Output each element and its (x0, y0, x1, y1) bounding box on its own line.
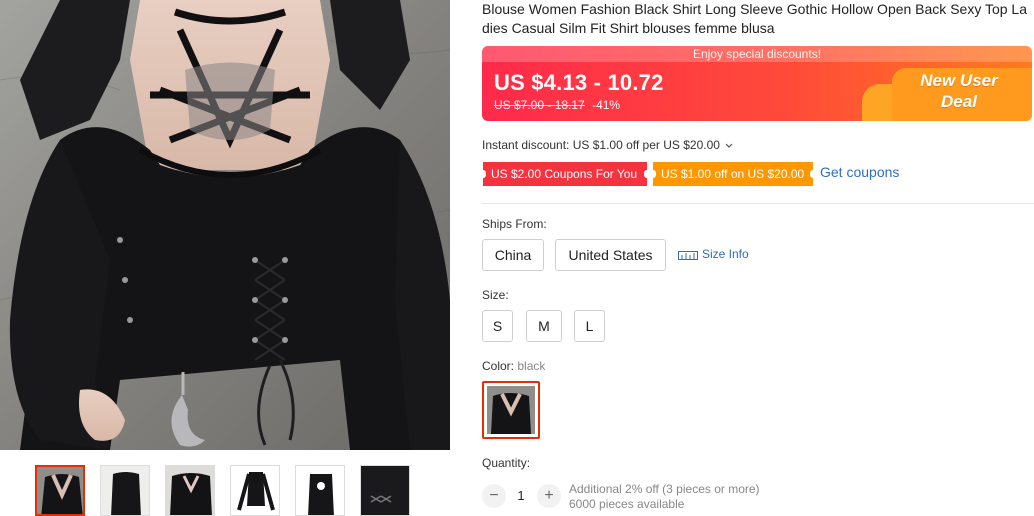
quantity-label: Quantity: (482, 456, 531, 470)
color-label-row: Color: black (482, 359, 545, 373)
quantity-notes: Additional 2% off (3 pieces or more) 600… (569, 482, 760, 512)
thumbnail-strip (35, 465, 435, 516)
quantity-value[interactable]: 1 (512, 488, 530, 503)
get-coupons-link[interactable]: Get coupons (820, 164, 899, 180)
thumbnail-5[interactable] (295, 465, 345, 516)
thumbnail-4[interactable] (230, 465, 280, 516)
size-option-l[interactable]: L (574, 310, 605, 342)
discount-percent: -41% (592, 98, 621, 112)
thumbnail-2[interactable] (100, 465, 150, 516)
chevron-down-icon (725, 138, 733, 152)
price-sub: US $7.00 - 18.17 -41% (494, 98, 620, 112)
banner-promo-text: Enjoy special discounts! (482, 46, 1032, 62)
instant-discount[interactable]: Instant discount: US $1.00 off per US $2… (482, 138, 733, 152)
size-info-link[interactable]: Size Info (678, 247, 749, 264)
thumbnail-6[interactable] (360, 465, 410, 516)
quantity-increase-button[interactable]: + (537, 484, 561, 508)
color-value: black (517, 359, 546, 373)
product-title: Blouse Women Fashion Black Shirt Long Sl… (482, 1, 1027, 36)
ships-from-label: Ships From: (482, 217, 547, 231)
color-label: Color: (482, 359, 515, 373)
section-divider (482, 203, 1034, 204)
ruler-icon (678, 249, 698, 264)
thumbnail-3[interactable] (165, 465, 215, 516)
price-banner: Enjoy special discounts! US $4.13 - 10.7… (482, 46, 1032, 121)
badge-line-2: Deal (941, 92, 977, 111)
instant-discount-text: Instant discount: US $1.00 off per US $2… (482, 138, 720, 152)
thumbnail-1[interactable] (35, 465, 85, 516)
bulk-discount-note: Additional 2% off (3 pieces or more) (569, 482, 760, 496)
badge-line-1: New User (920, 71, 998, 90)
size-option-s[interactable]: S (482, 310, 513, 342)
coupon-for-you[interactable]: US $2.00 Coupons For You (480, 162, 650, 186)
size-option-m[interactable]: M (526, 310, 562, 342)
original-price: US $7.00 - 18.17 (494, 98, 585, 112)
main-product-image[interactable] (0, 0, 450, 450)
size-info-text: Size Info (702, 247, 749, 261)
current-price: US $4.13 - 10.72 (494, 70, 664, 95)
coupon-store[interactable]: US $1.00 off on US $20.00 (650, 162, 816, 186)
size-label: Size: (482, 288, 509, 302)
stock-available-note: 6000 pieces available (569, 497, 685, 511)
ship-option-china[interactable]: China (482, 239, 544, 271)
new-user-deal-badge: New User Deal (904, 70, 1014, 112)
color-swatch-black[interactable] (482, 381, 540, 439)
ship-option-united-states[interactable]: United States (555, 239, 666, 271)
product-page: Blouse Women Fashion Black Shirt Long Sl… (0, 0, 1034, 516)
quantity-decrease-button[interactable]: − (482, 484, 506, 508)
